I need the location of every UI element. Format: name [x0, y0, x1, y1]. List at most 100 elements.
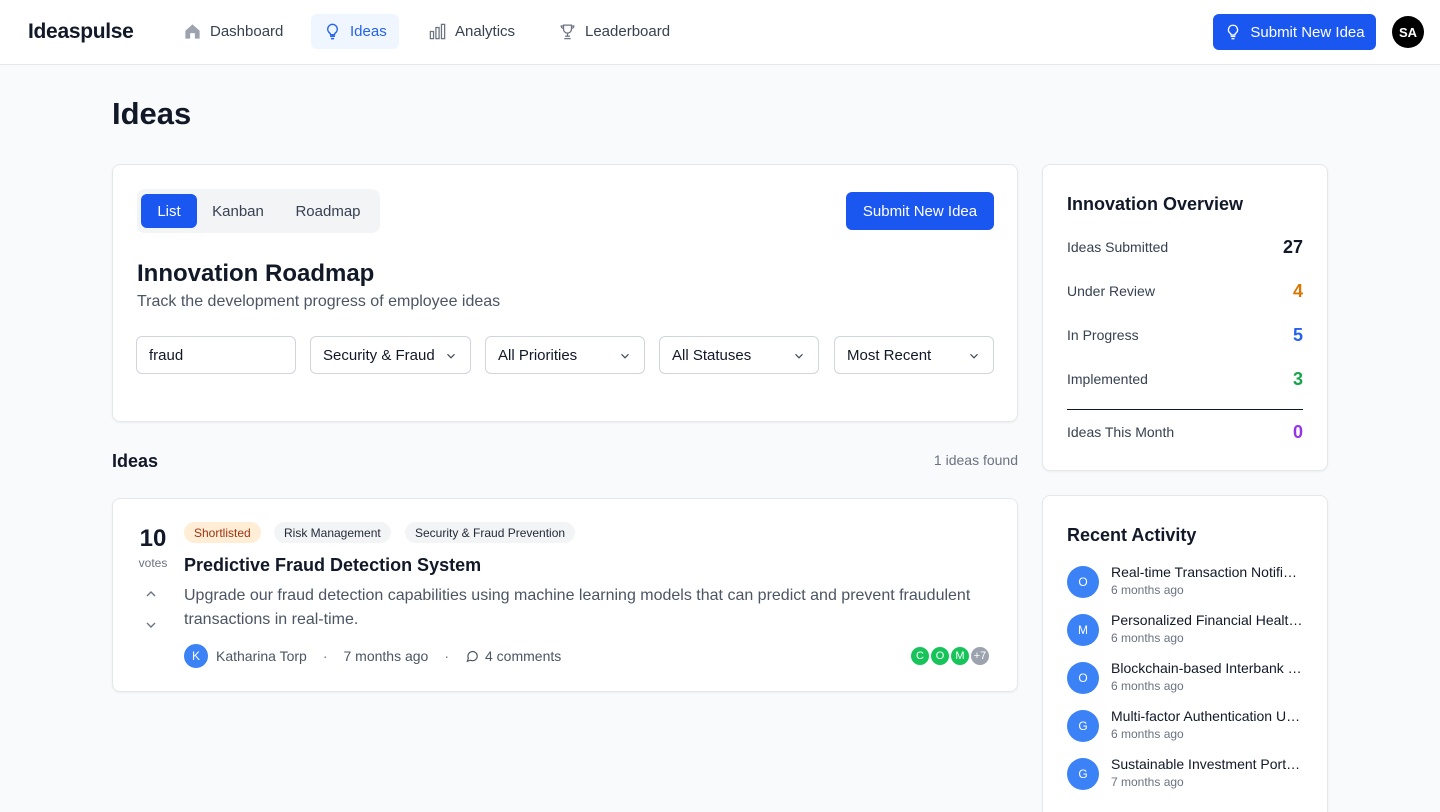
- idea-description: Upgrade our fraud detection capabilities…: [184, 587, 971, 628]
- page-title: Ideas: [112, 96, 192, 131]
- overview-row: Ideas This Month 0: [1067, 420, 1303, 444]
- activity-avatar: O: [1067, 662, 1099, 694]
- activity-item[interactable]: M Personalized Financial Health Dashboar…: [1067, 612, 1307, 648]
- activity-title-text: Blockchain-based Interbank Settlement: [1111, 660, 1303, 676]
- vote-label: votes: [138, 556, 168, 570]
- status-badge: Shortlisted: [184, 522, 261, 543]
- category-select[interactable]: Security & Fraud: [310, 336, 471, 374]
- activity-title-text: Multi-factor Authentication Upgrade: [1111, 708, 1303, 724]
- bar-chart-icon: [429, 23, 446, 40]
- activity-avatar: M: [1067, 614, 1099, 646]
- author-avatar: K: [184, 644, 208, 668]
- author-name[interactable]: Katharina Torp: [216, 648, 307, 664]
- brand-logo[interactable]: Ideaspulse: [28, 20, 134, 44]
- trophy-icon: [560, 24, 575, 40]
- lightbulb-icon: [1228, 24, 1239, 40]
- overview-value: 5: [1292, 324, 1303, 345]
- priority-value: All Priorities: [498, 346, 578, 364]
- tab-kanban[interactable]: Kanban: [201, 194, 275, 228]
- idea-meta: K Katharina Torp · 7 months ago · 4 comm…: [184, 644, 561, 668]
- nav-dashboard[interactable]: Dashboard: [171, 14, 295, 49]
- overview-label: Ideas Submitted: [1067, 239, 1169, 255]
- overview-value: 27: [1282, 236, 1303, 257]
- category-tag: Risk Management: [274, 522, 391, 543]
- recent-activity-card: Recent Activity O Real-time Transaction …: [1042, 495, 1328, 812]
- subcategory-tag: Security & Fraud Prevention: [405, 522, 576, 543]
- nav-analytics-label: Analytics: [455, 23, 516, 40]
- nav-analytics[interactable]: Analytics: [416, 14, 527, 49]
- activity-time: 7 months ago: [1111, 775, 1184, 789]
- upvote-icon[interactable]: [143, 586, 159, 602]
- activity-title-text: Personalized Financial Health Dashboard: [1111, 612, 1303, 628]
- chevron-down-icon: [970, 353, 978, 359]
- view-tabs: List Kanban Roadmap: [137, 189, 380, 233]
- submit-idea-button[interactable]: Submit New Idea: [846, 192, 994, 230]
- lightbulb-icon: [327, 23, 338, 40]
- overview-value: 4: [1292, 280, 1303, 301]
- chevron-down-icon: [447, 353, 455, 359]
- chevron-down-icon: [621, 353, 629, 359]
- roadmap-subtitle: Track the development progress of employ…: [137, 293, 501, 310]
- divider: [1067, 409, 1303, 410]
- home-icon: [185, 24, 200, 39]
- voter-avatar: M: [949, 645, 971, 667]
- nav-dashboard-label: Dashboard: [210, 23, 284, 40]
- activity-time: 6 months ago: [1111, 679, 1184, 693]
- search-field[interactable]: [136, 336, 296, 374]
- ideas-count: 1 ideas found: [933, 452, 1018, 468]
- activity-item[interactable]: O Real-time Transaction Notifications 6 …: [1067, 564, 1307, 600]
- nav-ideas[interactable]: Ideas: [311, 14, 399, 49]
- nav-ideas-label: Ideas: [350, 23, 387, 40]
- voter-avatar: O: [929, 645, 951, 667]
- idea-time: 7 months ago: [343, 648, 429, 664]
- sort-select[interactable]: Most Recent: [834, 336, 994, 374]
- downvote-icon[interactable]: [143, 617, 159, 633]
- status-select[interactable]: All Statuses: [659, 336, 819, 374]
- idea-title[interactable]: Predictive Fraud Detection System: [184, 555, 481, 576]
- tab-roadmap[interactable]: Roadmap: [283, 194, 373, 228]
- activity-title-text: Real-time Transaction Notifications: [1111, 564, 1303, 580]
- innovation-overview-card: Innovation Overview Ideas Submitted 27 U…: [1042, 164, 1328, 471]
- voter-avatar: C: [909, 645, 931, 667]
- tab-list[interactable]: List: [141, 194, 197, 228]
- category-value: Security & Fraud: [323, 346, 435, 364]
- separator: ·: [444, 648, 449, 664]
- idea-card[interactable]: 10 votes Shortlisted Risk Management Sec…: [112, 498, 1018, 692]
- status-value: All Statuses: [672, 346, 752, 364]
- activity-time: 6 months ago: [1111, 727, 1184, 741]
- top-navbar: Ideaspulse Dashboard Ideas Analytics Lea…: [0, 0, 1440, 65]
- overview-label: Under Review: [1067, 283, 1155, 299]
- roadmap-title: Innovation Roadmap: [137, 260, 375, 287]
- roadmap-controls-card: List Kanban Roadmap Submit New Idea Inno…: [112, 164, 1018, 422]
- overview-label: In Progress: [1067, 327, 1139, 343]
- voter-avatars: C O M +7: [909, 645, 991, 667]
- comment-icon: [466, 650, 478, 663]
- activity-item[interactable]: G Multi-factor Authentication Upgrade 6 …: [1067, 708, 1307, 744]
- overview-label: Ideas This Month: [1067, 424, 1175, 440]
- overview-value: 0: [1292, 421, 1303, 442]
- comments-link[interactable]: 4 comments: [485, 648, 561, 664]
- activity-avatar: G: [1067, 758, 1099, 790]
- activity-item[interactable]: G Sustainable Investment Portfolio 7 mon…: [1067, 756, 1307, 792]
- activity-time: 6 months ago: [1111, 631, 1184, 645]
- priority-select[interactable]: All Priorities: [485, 336, 645, 374]
- overview-title: Innovation Overview: [1067, 194, 1244, 214]
- search-input[interactable]: [149, 346, 283, 364]
- sort-value: Most Recent: [847, 346, 932, 364]
- overview-row: Under Review 4: [1067, 279, 1303, 303]
- more-voters-badge: +7: [969, 645, 991, 667]
- overview-row: In Progress 5: [1067, 323, 1303, 347]
- chevron-down-icon: [795, 353, 803, 359]
- activity-avatar: G: [1067, 710, 1099, 742]
- overview-row: Ideas Submitted 27: [1067, 235, 1303, 259]
- nav-leaderboard[interactable]: Leaderboard: [546, 14, 682, 49]
- ideas-heading: Ideas: [112, 451, 159, 471]
- submit-idea-button-nav[interactable]: Submit New Idea: [1213, 14, 1376, 50]
- overview-value: 3: [1292, 368, 1303, 389]
- user-avatar[interactable]: SA: [1392, 16, 1424, 48]
- vote-count: 10: [139, 525, 167, 552]
- activity-item[interactable]: O Blockchain-based Interbank Settlement …: [1067, 660, 1307, 696]
- overview-row: Implemented 3: [1067, 367, 1303, 391]
- activity-time: 6 months ago: [1111, 583, 1184, 597]
- nav-leaderboard-label: Leaderboard: [585, 23, 671, 40]
